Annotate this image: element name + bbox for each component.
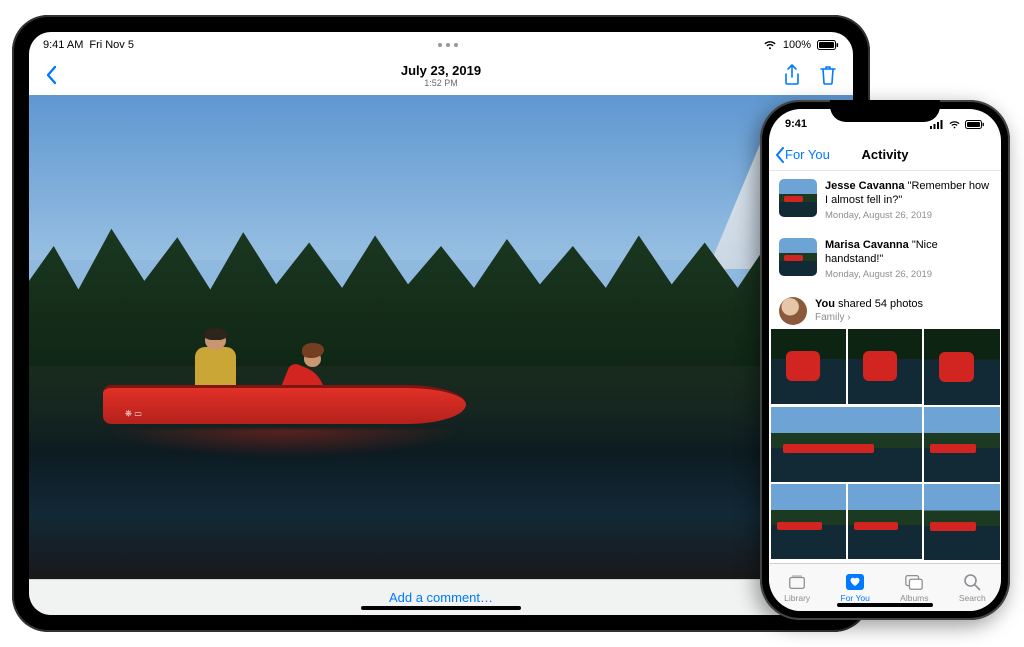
- back-button[interactable]: [45, 65, 59, 85]
- ipad-status-bar: 9:41 AM Fri Nov 5 100%: [29, 35, 853, 55]
- for-you-icon: [845, 573, 865, 591]
- status-date: Fri Nov 5: [89, 39, 134, 51]
- activity-date: Monday, August 26, 2019: [825, 210, 991, 222]
- photo-viewer[interactable]: ⎈ ▭: [29, 95, 853, 579]
- home-indicator[interactable]: [361, 606, 521, 610]
- home-indicator[interactable]: [837, 603, 933, 607]
- battery-icon: [965, 120, 985, 129]
- grid-photo[interactable]: [848, 484, 923, 559]
- tab-label: Albums: [900, 593, 928, 603]
- wifi-icon: [763, 40, 777, 50]
- status-time: 9:41 AM: [43, 39, 83, 51]
- grid-photo[interactable]: [924, 484, 1000, 560]
- page-title: Activity: [862, 147, 909, 162]
- status-time: 9:41: [785, 118, 807, 130]
- chevron-left-icon: [775, 147, 785, 163]
- iphone-device-frame: 9:41 For You Activity Jesse Cavanna "Rem…: [760, 100, 1010, 620]
- search-icon: [962, 573, 982, 591]
- tab-library[interactable]: Library: [784, 573, 810, 603]
- shared-text: You shared 54 photos Family ›: [815, 298, 923, 324]
- activity-item[interactable]: Jesse Cavanna "Remember how I almost fel…: [769, 171, 1001, 230]
- avatar: [779, 297, 807, 325]
- tab-for-you[interactable]: For You: [841, 573, 870, 603]
- activity-text: Jesse Cavanna "Remember how I almost fel…: [825, 179, 991, 222]
- activity-item[interactable]: Marisa Cavanna "Nice handstand!" Monday,…: [769, 230, 1001, 289]
- canoe-decal-icon: ⎈ ▭: [125, 408, 142, 419]
- battery-percent: 100%: [783, 39, 811, 51]
- share-button[interactable]: [783, 64, 801, 86]
- wifi-icon: [948, 120, 961, 129]
- activity-text: Marisa Cavanna "Nice handstand!" Monday,…: [825, 238, 991, 281]
- grid-photo[interactable]: [848, 329, 923, 404]
- activity-thumbnail: [779, 238, 817, 276]
- iphone-nav-bar: For You Activity: [769, 139, 1001, 171]
- activity-scroll[interactable]: Jesse Cavanna "Remember how I almost fel…: [769, 171, 1001, 563]
- photo-canoe-reflection: [103, 429, 466, 458]
- grid-photo[interactable]: [924, 407, 1000, 483]
- battery-icon: [817, 40, 839, 50]
- back-label: For You: [785, 147, 830, 162]
- albums-icon: [904, 573, 924, 591]
- tab-label: For You: [841, 593, 870, 603]
- photo-subtitle: 1:52 PM: [29, 78, 853, 88]
- iphone-screen: 9:41 For You Activity Jesse Cavanna "Rem…: [769, 109, 1001, 611]
- grid-photo[interactable]: [924, 329, 1000, 405]
- trash-button[interactable]: [819, 64, 837, 86]
- notch: [830, 100, 940, 122]
- tab-search[interactable]: Search: [959, 573, 986, 603]
- grid-photo[interactable]: [771, 407, 922, 483]
- comment-placeholder: Add a comment…: [389, 590, 493, 605]
- tab-label: Search: [959, 593, 986, 603]
- grid-photo[interactable]: [771, 329, 846, 404]
- chevron-right-icon: ›: [847, 312, 850, 323]
- cellular-icon: [930, 120, 944, 129]
- activity-date: Monday, August 26, 2019: [825, 269, 991, 281]
- grid-photo[interactable]: [771, 484, 846, 559]
- photo-title: July 23, 2019: [29, 63, 853, 78]
- photo-grid: [769, 329, 1001, 558]
- back-button[interactable]: For You: [775, 147, 830, 163]
- library-icon: [787, 573, 807, 591]
- photo-canoe: ⎈ ▭: [103, 356, 466, 424]
- tab-label: Library: [784, 593, 810, 603]
- ipad-nav-bar: July 23, 2019 1:52 PM: [29, 55, 853, 95]
- multitask-dots-icon[interactable]: [438, 43, 458, 47]
- ipad-screen: 9:41 AM Fri Nov 5 100% July 23, 2019 1:5…: [29, 32, 853, 615]
- shared-summary[interactable]: You shared 54 photos Family ›: [769, 289, 1001, 329]
- tab-albums[interactable]: Albums: [900, 573, 928, 603]
- ipad-device-frame: 9:41 AM Fri Nov 5 100% July 23, 2019 1:5…: [12, 15, 870, 632]
- activity-thumbnail: [779, 179, 817, 217]
